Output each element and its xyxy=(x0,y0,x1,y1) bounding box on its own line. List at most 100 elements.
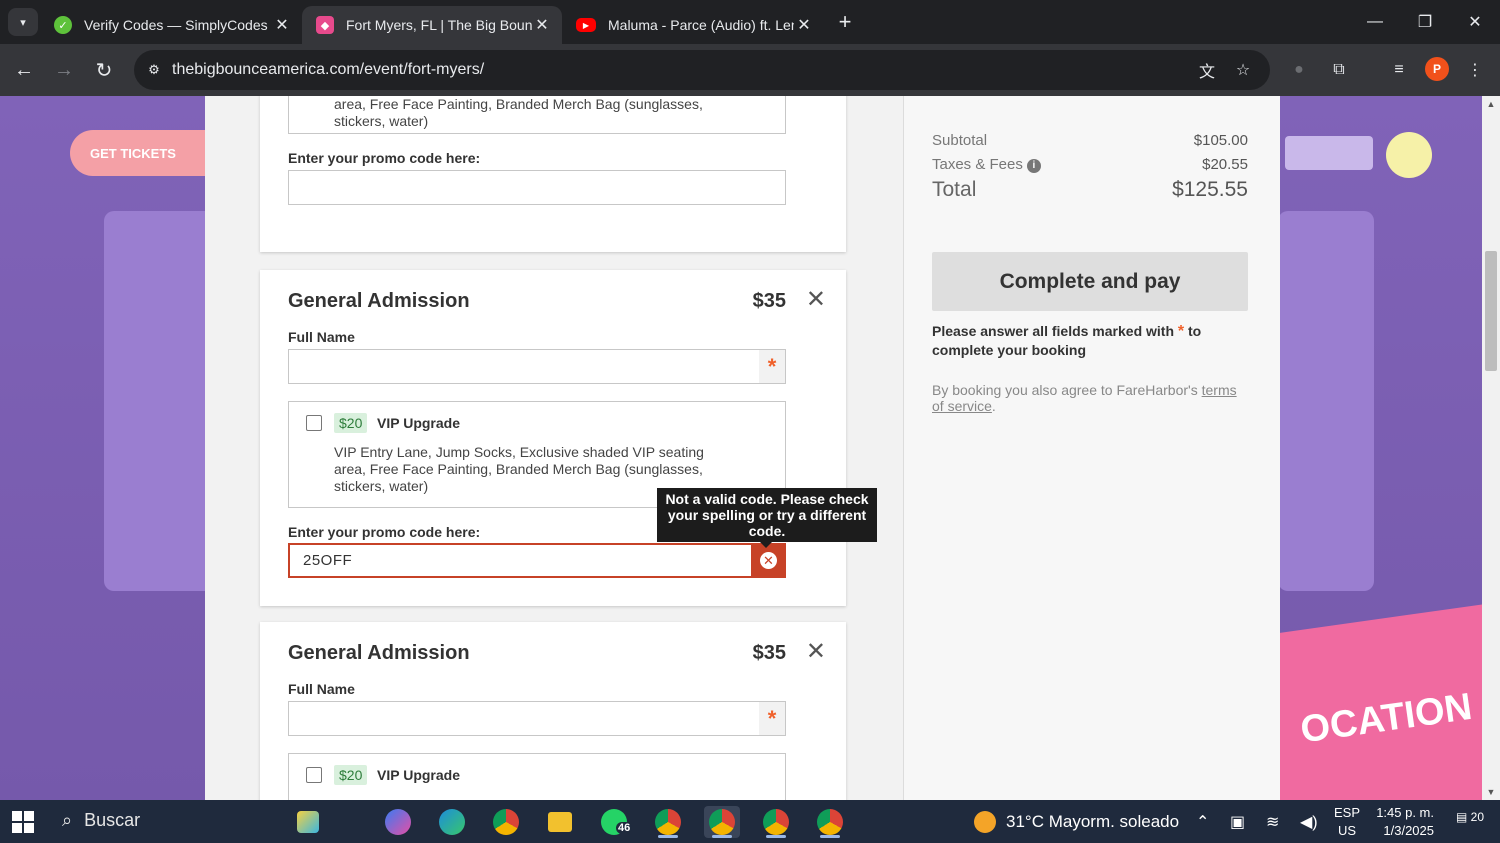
search-icon: ⌕ xyxy=(62,810,73,830)
windows-taskbar: ⌕ Buscar 46 31°C Mayorm. soleado ⌃ ▣ ≋ ◀… xyxy=(0,800,1500,843)
required-asterisk-icon: * xyxy=(759,702,785,735)
upgrade-title: VIP Upgrade xyxy=(377,767,460,783)
back-button[interactable]: ← xyxy=(10,56,38,84)
chrome-icon[interactable] xyxy=(488,806,524,838)
whatsapp-icon[interactable]: 46 xyxy=(596,806,633,838)
forward-button[interactable]: → xyxy=(50,56,78,84)
background-select xyxy=(1285,136,1373,170)
language-indicator[interactable]: ESP US xyxy=(1334,804,1360,840)
youtube-favicon-icon: ▶ xyxy=(576,18,596,32)
full-name-input[interactable]: * xyxy=(288,349,786,384)
tab-title: Maluma - Parce (Audio) ft. Lenn xyxy=(608,17,794,33)
show-hidden-icons-icon[interactable]: ⌃ xyxy=(1196,812,1209,832)
tab-title: Verify Codes — SimplyCodes xyxy=(84,17,268,33)
site-info-icon[interactable]: ⚙ xyxy=(144,60,164,80)
notification-count: 20 xyxy=(1470,810,1485,824)
scroll-thumb[interactable] xyxy=(1485,251,1497,371)
upgrade-price-badge: $20 xyxy=(334,765,368,785)
info-icon[interactable]: i xyxy=(1026,159,1041,173)
tab-fort-myers[interactable]: ◆ Fort Myers, FL | The Big Bounce ✕ xyxy=(302,6,562,44)
page-viewport: GET TICKETS OCATION • VIP Entry Lane, Ju… xyxy=(0,96,1482,800)
chrome-profile-active-icon[interactable] xyxy=(704,806,740,838)
clock[interactable]: 1:45 p. m. 1/3/2025 xyxy=(1376,804,1434,840)
volume-icon[interactable]: ◀) xyxy=(1300,812,1318,832)
big-bounce-favicon-icon: ◆ xyxy=(316,16,334,34)
taskbar-search[interactable]: ⌕ Buscar xyxy=(62,810,140,831)
full-name-label: Full Name xyxy=(288,329,355,345)
subtotal-row: Subtotal $105.00 xyxy=(932,132,1248,149)
close-tab-icon[interactable]: ✕ xyxy=(272,15,292,35)
wifi-icon[interactable]: ≋ xyxy=(1266,812,1279,832)
full-name-input[interactable]: * xyxy=(288,701,786,736)
terms-notice: By booking you also agree to FareHarbor'… xyxy=(932,382,1237,414)
upgrade-price-badge: $20 xyxy=(334,413,368,433)
promo-error-tooltip: Not a valid code. Please check your spel… xyxy=(657,488,877,542)
remove-ticket-button[interactable]: ✕ xyxy=(806,640,826,664)
scroll-up-arrow-icon[interactable]: ▲ xyxy=(1482,96,1500,112)
extension-icon[interactable]: ● xyxy=(1286,57,1312,83)
hamburger-menu-icon[interactable] xyxy=(1386,132,1432,178)
extensions-puzzle-icon[interactable]: ⧉ xyxy=(1326,57,1352,83)
required-asterisk-icon: * xyxy=(759,350,785,383)
close-tab-icon[interactable]: ✕ xyxy=(794,15,814,35)
address-bar[interactable]: ⚙ thebigbounceamerica.com/event/fort-mye… xyxy=(134,50,1270,90)
url-text: thebigbounceamerica.com/event/fort-myers… xyxy=(172,61,485,78)
ticket-price: $35 xyxy=(752,290,786,312)
taxes-value: $20.55 xyxy=(1202,156,1248,173)
menu-kebab-icon[interactable]: ⋮ xyxy=(1462,57,1488,83)
windows-start-icon[interactable] xyxy=(12,811,34,833)
chrome-profile-icon[interactable] xyxy=(812,806,848,838)
meet-now-icon[interactable]: ▣ xyxy=(1230,812,1245,832)
tab-title: Fort Myers, FL | The Big Bounce xyxy=(346,17,532,33)
promo-code-input[interactable] xyxy=(288,170,786,205)
widgets-icon[interactable] xyxy=(290,806,326,838)
ticket-title: General Admission xyxy=(288,290,470,312)
notifications-icon[interactable]: ▤ 20 xyxy=(1456,810,1484,824)
bookmark-star-icon[interactable]: ☆ xyxy=(1232,59,1254,81)
promo-error-button[interactable]: ✕ xyxy=(751,543,786,578)
promo-code-input[interactable]: 25OFF ✕ xyxy=(288,543,786,578)
full-name-label: Full Name xyxy=(288,681,355,697)
booking-modal: VIP Entry Lane, Jump Socks, Exclusive sh… xyxy=(205,96,1280,800)
chrome-profile-icon[interactable] xyxy=(650,806,686,838)
translate-icon[interactable]: 文 xyxy=(1196,59,1218,81)
vip-upgrade-checkbox[interactable] xyxy=(306,767,322,783)
promo-code-label: Enter your promo code here: xyxy=(288,150,481,166)
error-x-icon: ✕ xyxy=(760,552,777,569)
reload-button[interactable]: ↻ xyxy=(90,56,118,84)
tab-maluma[interactable]: ▶ Maluma - Parce (Audio) ft. Lenn ✕ xyxy=(562,6,824,44)
new-tab-button[interactable]: + xyxy=(832,8,858,36)
complete-and-pay-button[interactable]: Complete and pay xyxy=(932,252,1248,311)
file-explorer-icon[interactable] xyxy=(542,806,578,838)
tooltip-arrow xyxy=(760,542,772,548)
tab-verify-codes[interactable]: ✓ Verify Codes — SimplyCodes ✕ xyxy=(40,6,302,44)
required-fields-warning: Please answer all fields marked with * t… xyxy=(932,323,1202,358)
whatsapp-badge: 46 xyxy=(616,822,633,834)
vip-upgrade-checkbox[interactable] xyxy=(306,415,322,431)
copilot-icon[interactable] xyxy=(380,806,416,838)
minimize-button[interactable]: — xyxy=(1352,6,1398,38)
edge-icon[interactable] xyxy=(434,806,470,838)
chrome-profile-icon[interactable] xyxy=(758,806,794,838)
subtotal-label: Subtotal xyxy=(932,132,988,149)
page-scrollbar[interactable]: ▲ ▼ xyxy=(1482,96,1500,800)
scroll-down-arrow-icon[interactable]: ▼ xyxy=(1482,784,1500,800)
remove-ticket-button[interactable]: ✕ xyxy=(806,288,826,312)
close-tab-icon[interactable]: ✕ xyxy=(532,15,552,35)
close-window-button[interactable]: ✕ xyxy=(1452,6,1498,38)
weather-widget[interactable]: 31°C Mayorm. soleado xyxy=(974,811,1179,833)
vip-upgrade-box: VIP Entry Lane, Jump Socks, Exclusive sh… xyxy=(288,96,786,134)
chevron-down-icon: ▾ xyxy=(20,16,26,29)
taxes-row: Taxes & Fees i $20.55 xyxy=(932,156,1248,173)
total-label: Total xyxy=(932,178,977,201)
promo-code-label: Enter your promo code here: xyxy=(288,524,481,540)
booking-items-column: VIP Entry Lane, Jump Socks, Exclusive sh… xyxy=(205,96,903,800)
media-control-icon[interactable]: ≡ xyxy=(1386,57,1412,83)
vip-upgrade-box: $20 VIP Upgrade xyxy=(288,753,786,800)
ticket-title: General Admission xyxy=(288,642,470,664)
background-event-card xyxy=(1278,211,1374,591)
profile-avatar[interactable]: P xyxy=(1425,57,1449,81)
taxes-label: Taxes & Fees xyxy=(932,156,1023,173)
tab-search-button[interactable]: ▾ xyxy=(8,8,38,36)
restore-button[interactable]: ❐ xyxy=(1402,6,1448,38)
